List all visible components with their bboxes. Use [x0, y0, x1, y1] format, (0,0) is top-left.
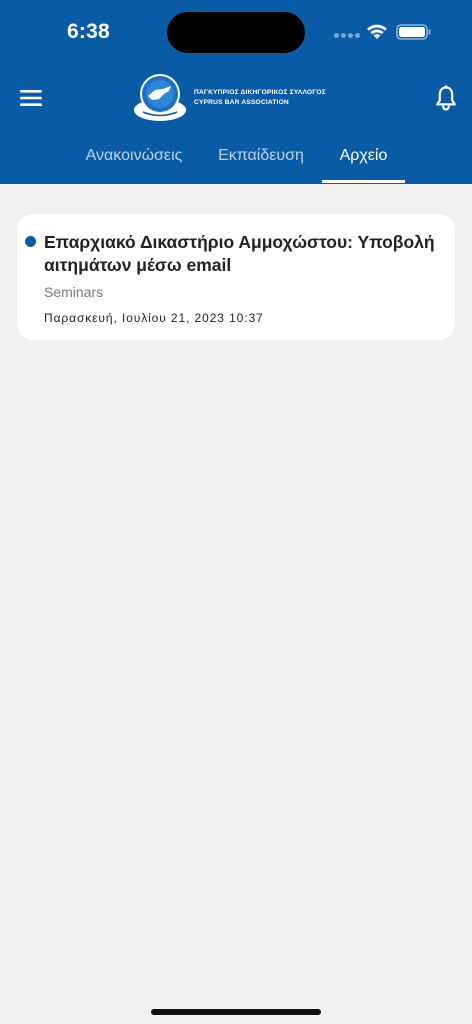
home-indicator[interactable] — [151, 1009, 321, 1015]
battery-icon — [396, 24, 431, 40]
logo-emblem — [134, 74, 186, 121]
active-tab-indicator — [322, 180, 405, 183]
tab-education[interactable]: Εκπαίδευση — [210, 142, 312, 184]
tab-bar: Ανακοινώσεις Εκπαίδευση Αρχείο — [0, 142, 472, 184]
cellular-signal-icon — [334, 33, 360, 39]
app-header: 6:38 ΠΑΓΚΥΠΡΙΟΣ ΔΙΚΗΓΟΡΙΚΟΣ ΣΥΛΛΟΓΟΣ CYP… — [0, 0, 472, 184]
logo-text: ΠΑΓΚΥΠΡΙΟΣ ΔΙΚΗΓΟΡΙΚΟΣ ΣΥΛΛΟΓΟΣ CYPRUS B… — [194, 88, 326, 108]
bell-icon[interactable] — [435, 85, 457, 111]
menu-icon[interactable] — [20, 89, 42, 107]
wifi-icon — [367, 24, 387, 39]
status-time: 6:38 — [67, 20, 110, 43]
tab-archive[interactable]: Αρχείο — [322, 142, 405, 184]
item-date: Παρασκευή, Ιουλίου 21, 2023 10:37 — [44, 311, 264, 325]
list-item[interactable]: Επαρχιακό Δικαστήριο Αμμοχώστου: Υποβολή… — [17, 214, 455, 340]
screen: 6:38 ΠΑΓΚΥΠΡΙΟΣ ΔΙΚΗΓΟΡΙΚΟΣ ΣΥΛΛΟΓΟΣ CYP… — [0, 0, 472, 1024]
dynamic-island — [167, 12, 305, 53]
logo-line-english: CYPRUS BAR ASSOCIATION — [194, 99, 289, 106]
unread-indicator — [25, 236, 36, 247]
item-category: Seminars — [44, 284, 104, 300]
logo-line-greek: ΠΑΓΚΥΠΡΙΟΣ ΔΙΚΗΓΟΡΙΚΟΣ ΣΥΛΛΟΓΟΣ — [194, 89, 326, 96]
tab-announcements[interactable]: Ανακοινώσεις — [76, 142, 192, 184]
item-title: Επαρχιακό Δικαστήριο Αμμοχώστου: Υποβολή… — [44, 232, 435, 275]
